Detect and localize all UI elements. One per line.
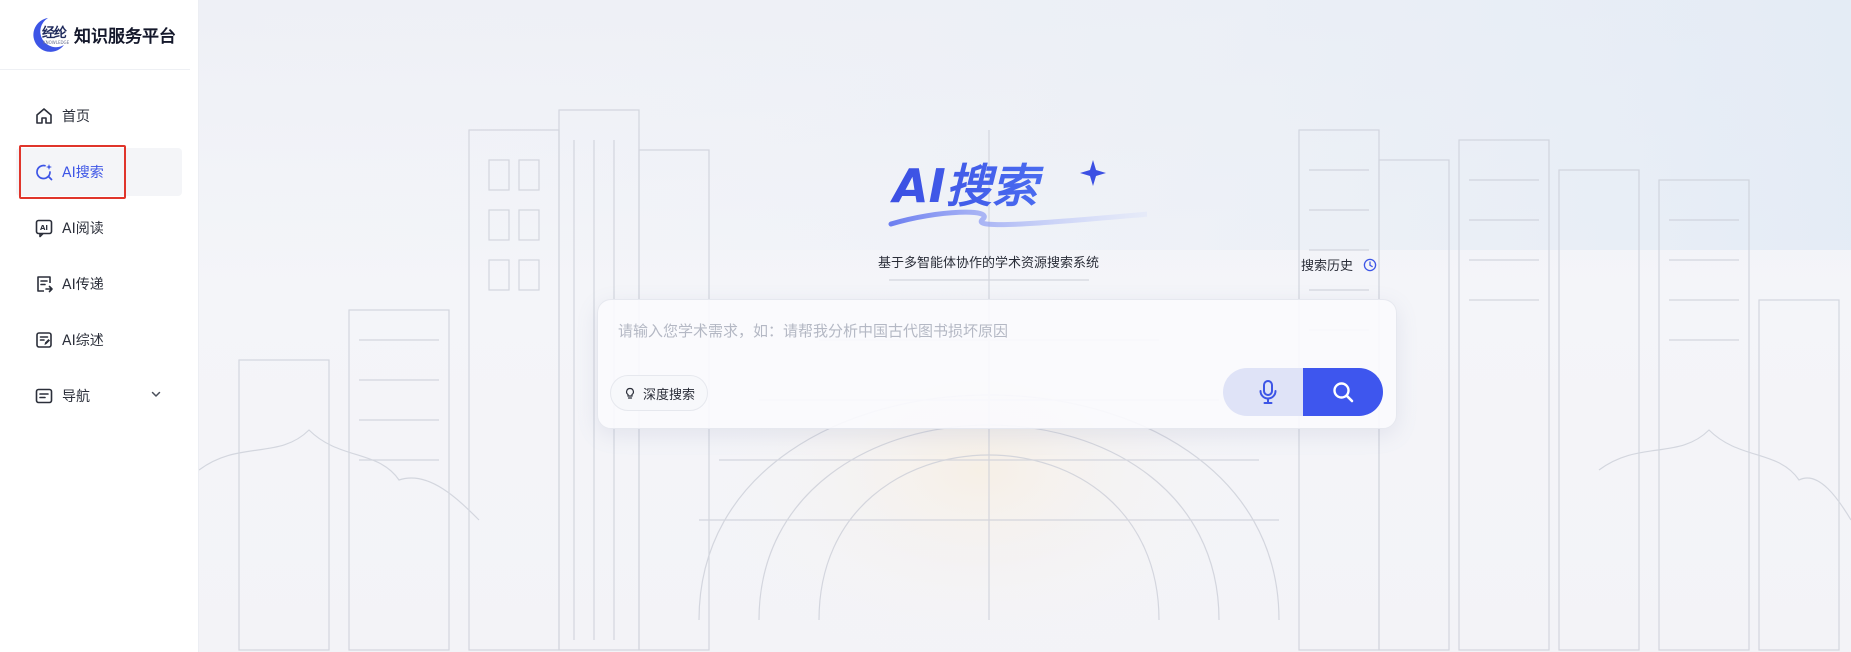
lightbulb-icon xyxy=(626,387,634,399)
nav-icon xyxy=(35,388,53,404)
deep-search-toggle[interactable]: 深度搜索 xyxy=(610,375,709,411)
sidebar-item-ai-read[interactable]: AI AI阅读 xyxy=(16,204,182,252)
search-submit-button[interactable] xyxy=(1303,368,1383,416)
hero-subtitle: 基于多智能体协作的学术资源搜索系统 xyxy=(878,256,1100,271)
hero-title-logo: AI搜索 xyxy=(888,159,1147,228)
sidebar-item-ai-review[interactable]: AI综述 xyxy=(16,316,182,364)
chevron-down-icon[interactable] xyxy=(150,388,162,400)
sidebar: 经纶 KNOWLEDGE 知识服务平台 首页 AI搜索 AI AI阅读 AI传递… xyxy=(0,0,199,652)
voice-input-button[interactable] xyxy=(1223,368,1313,416)
sidebar-item-nav[interactable]: 导航 xyxy=(16,372,182,420)
search-card: 深度搜索 xyxy=(597,299,1397,429)
brand-logo: 经纶 KNOWLEDGE xyxy=(28,15,74,55)
deep-search-label: 深度搜索 xyxy=(643,387,696,403)
main-area: AI搜索 基于多智能体协作的学术资源搜索系统 搜索历史 深度搜索 xyxy=(199,0,1851,652)
clock-icon xyxy=(1363,258,1377,271)
brand[interactable]: 经纶 KNOWLEDGE 知识服务平台 xyxy=(0,0,190,70)
sidebar-item-ai-deliver[interactable]: AI传递 xyxy=(16,260,182,308)
sidebar-item-label: AI综述 xyxy=(62,333,104,349)
selection-highlight xyxy=(19,145,126,199)
search-history-link[interactable]: 搜索历史 xyxy=(1301,255,1377,274)
search-icon xyxy=(1333,382,1354,403)
ai-review-icon xyxy=(36,332,52,348)
sidebar-item-label: 导航 xyxy=(62,389,90,405)
sidebar-item-home[interactable]: 首页 xyxy=(16,92,182,140)
logo-text: 经纶 xyxy=(42,25,67,41)
sidebar-item-label: 首页 xyxy=(62,109,90,125)
brand-name: 知识服务平台 xyxy=(74,27,176,47)
logo-subtext: KNOWLEDGE xyxy=(43,39,70,45)
hero-title-text: AI搜索 xyxy=(890,159,1045,213)
microphone-icon xyxy=(1259,380,1277,404)
sidebar-item-ai-search[interactable]: AI搜索 xyxy=(16,145,182,199)
ai-read-icon: AI xyxy=(35,219,53,238)
home-icon xyxy=(36,108,52,124)
sidebar-item-label: AI传递 xyxy=(62,277,104,293)
svg-text:AI: AI xyxy=(40,224,48,232)
search-history-label: 搜索历史 xyxy=(1301,259,1354,274)
ai-deliver-icon xyxy=(37,276,53,293)
search-input[interactable] xyxy=(618,316,1358,346)
app-root: 经纶 KNOWLEDGE 知识服务平台 首页 AI搜索 AI AI阅读 AI传递… xyxy=(0,0,1851,652)
sidebar-nav: 首页 AI搜索 AI AI阅读 AI传递 AI综述 导航 xyxy=(0,70,198,420)
sidebar-item-label: AI阅读 xyxy=(62,221,104,237)
